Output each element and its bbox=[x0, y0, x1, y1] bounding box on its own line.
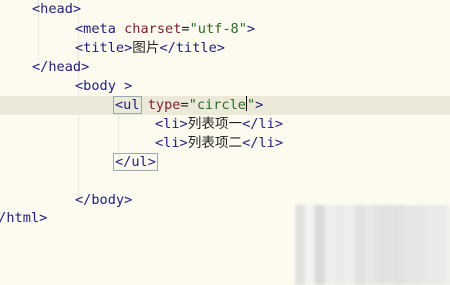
code-line-content: </ul> bbox=[113, 153, 158, 172]
code-line-content: <li>列表项一</li> bbox=[155, 115, 283, 134]
code-token: <ul bbox=[113, 96, 142, 114]
code-token: " bbox=[246, 97, 256, 113]
code-line[interactable]: <ul type="circle"> bbox=[0, 96, 450, 115]
code-token: > bbox=[255, 97, 264, 113]
code-token: > bbox=[246, 21, 256, 37]
code-line[interactable]: <head> bbox=[0, 0, 450, 19]
code-token: <title> bbox=[75, 40, 133, 56]
mosaic-watermark bbox=[295, 205, 450, 285]
code-line-content: </html> bbox=[0, 209, 47, 228]
code-token: </body> bbox=[75, 192, 133, 208]
code-line[interactable]: <meta charset="utf-8"> bbox=[0, 20, 450, 39]
code-token: charset bbox=[124, 21, 182, 37]
code-line-content: </head> bbox=[32, 58, 89, 77]
code-token: </html> bbox=[0, 210, 48, 226]
code-line[interactable] bbox=[0, 172, 450, 191]
code-line[interactable]: <title>图片</title> bbox=[0, 39, 450, 58]
code-token: <meta bbox=[75, 21, 125, 37]
code-token: </li> bbox=[242, 135, 284, 151]
code-token: <head> bbox=[32, 1, 82, 17]
code-line-content: <ul type="circle"> bbox=[113, 96, 264, 115]
code-token: 列表项二 bbox=[187, 135, 243, 151]
code-line-content: <body > bbox=[75, 77, 132, 96]
code-line-content: <title>图片</title> bbox=[75, 39, 225, 58]
code-line[interactable]: <body > bbox=[0, 77, 450, 96]
code-line-content: <li>列表项二</li> bbox=[155, 134, 283, 153]
code-line[interactable]: <li>列表项一</li> bbox=[0, 115, 450, 134]
code-token: type bbox=[147, 97, 181, 113]
code-line-content: <meta charset="utf-8"> bbox=[75, 20, 255, 39]
code-line[interactable]: </ul> bbox=[0, 153, 450, 172]
code-token: </head> bbox=[32, 59, 90, 75]
code-token: </li> bbox=[242, 116, 284, 132]
code-token: "utf-8" bbox=[189, 21, 247, 37]
code-token: = bbox=[180, 97, 189, 113]
code-token: <li> bbox=[155, 135, 188, 151]
code-token: </title> bbox=[159, 40, 225, 56]
code-line-content: </body> bbox=[75, 191, 132, 210]
code-token: 图片 bbox=[132, 40, 160, 56]
code-line[interactable]: </head> bbox=[0, 58, 450, 77]
code-line[interactable]: <li>列表项二</li> bbox=[0, 134, 450, 153]
code-token: = bbox=[181, 21, 190, 37]
code-editor[interactable]: <head> <meta charset="utf-8"> <title>图片</t… bbox=[0, 0, 450, 285]
code-token: "circle bbox=[188, 97, 246, 113]
code-token: <body > bbox=[75, 78, 133, 94]
code-token: <li> bbox=[155, 116, 188, 132]
code-line-content: <head> bbox=[32, 0, 81, 19]
code-token: 列表项一 bbox=[187, 116, 243, 132]
code-token: </ul> bbox=[113, 153, 158, 171]
